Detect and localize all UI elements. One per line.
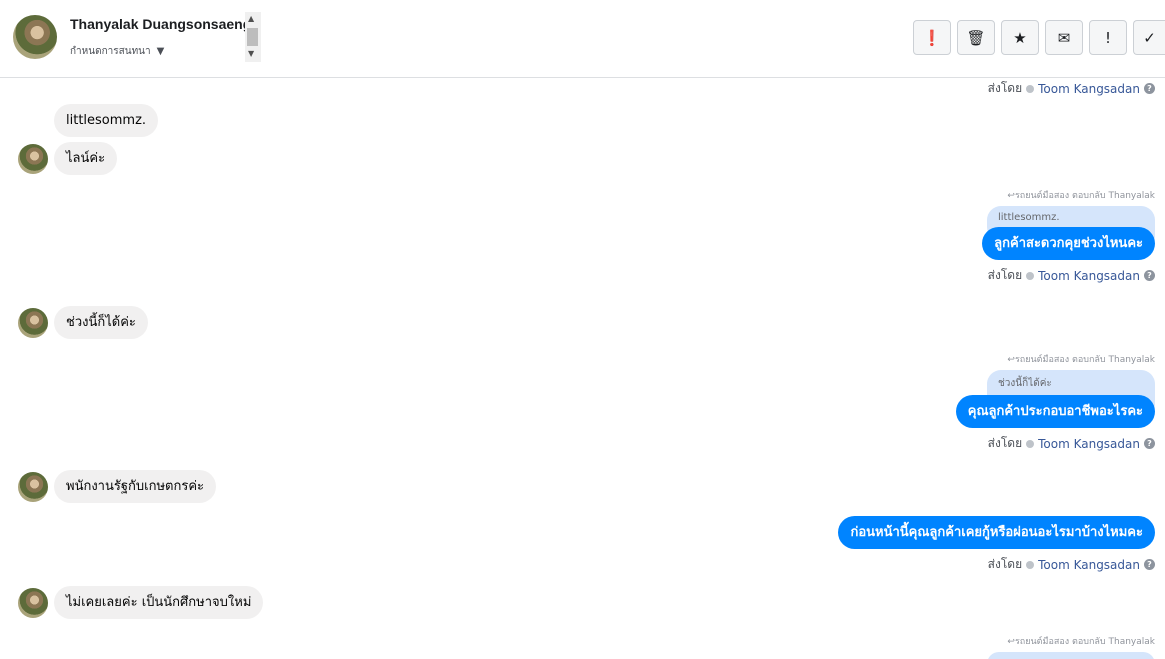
agent-name[interactable]: Toom Kangsadan [1038,269,1140,283]
mail-icon: ✉ [1057,28,1071,47]
incoming-bubble[interactable]: พนักงานรัฐกับเกษตกรค่ะ [54,470,216,503]
help-icon[interactable]: ? [1144,559,1155,570]
trash-icon: 🗑 [966,28,986,47]
sent-by-line: ส่งโดย Toom Kangsadan ? [988,266,1155,285]
outgoing-message: ↩รถยนต์มือสอง ตอบกลับ Thanyalak ช่วงนี้ก… [955,352,1155,453]
outgoing-message: ↩รถยนต์มือสอง ตอบกลับ Thanyalak littleso… [982,188,1155,285]
conversation-header: Thanyalak Duangsonsaeng กำหนดการสนทนา ▼ … [0,0,1165,78]
outgoing-bubble[interactable]: คุณลูกค้าประกอบอาชีพอะไรคะ [955,395,1155,428]
agent-name[interactable]: Toom Kangsadan [1038,82,1140,96]
quoted-message[interactable] [987,652,1155,659]
star-button[interactable]: ★ [1001,20,1039,55]
sender-avatar[interactable] [18,143,48,174]
header-scrollbar[interactable]: ▲ ▼ [245,12,261,62]
reply-note: ↩รถยนต์มือสอง ตอบกลับ Thanyalak [1007,191,1155,201]
incoming-bubble[interactable]: ไลน์ค่ะ [54,142,118,175]
sender-avatar[interactable] [18,307,48,338]
outgoing-message: ↩รถยนต์มือสอง ตอบกลับ Thanyalak [987,634,1155,659]
incoming-message: ไม่เคยเลยค่ะ เป็นนักศึกษาจบใหม่ [18,586,264,619]
outgoing-bubble[interactable]: ลูกค้าสะดวกคุยช่วงไหนคะ [982,227,1155,260]
agent-name[interactable]: Toom Kangsadan [1038,558,1140,572]
incoming-message: littlesommz. [18,104,159,137]
reply-note-text: รถยนต์มือสอง ตอบกลับ Thanyalak [1014,191,1155,201]
outgoing-bubble[interactable]: ก่อนหน้านี้คุณลูกค้าเคยกู้หรือผ่อนอะไรมา… [838,516,1155,549]
incoming-message: ช่วงนี้ก็ได้ค่ะ [18,306,148,339]
sent-by-label: ส่งโดย [987,81,1023,95]
delete-button[interactable]: 🗑 [957,20,995,55]
sender-avatar[interactable] [18,587,48,618]
sent-by-label: ส่งโดย [987,436,1023,450]
incoming-bubble[interactable]: ช่วงนี้ก็ได้ค่ะ [54,306,148,339]
sent-by-label: ส่งโดย [987,268,1023,282]
verified-icon [1026,560,1035,569]
scroll-up-icon[interactable]: ▲ [248,15,254,23]
sender-avatar[interactable] [18,471,48,502]
help-icon[interactable]: ? [1144,438,1155,449]
agent-name[interactable]: Toom Kangsadan [1038,437,1140,451]
conversation-schedule-dropdown[interactable]: กำหนดการสนทนา ▼ [70,44,164,59]
verified-icon [1026,439,1035,448]
sent-by-line: ส่งโดย Toom Kangsadan ? [988,555,1155,574]
reply-note-text: รถยนต์มือสอง ตอบกลับ Thanyalak [1014,355,1155,365]
help-icon[interactable]: ? [1144,83,1155,94]
conversation-schedule-label: กำหนดการสนทนา [70,46,151,57]
reply-note: ↩รถยนต์มือสอง ตอบกลับ Thanyalak [1007,637,1155,647]
reply-note-text: รถยนต์มือสอง ตอบกลับ Thanyalak [1014,637,1155,647]
contact-name[interactable]: Thanyalak Duangsonsaeng [70,16,251,32]
reply-note: ↩รถยนต์มือสอง ตอบกลับ Thanyalak [1007,355,1155,365]
caret-down-icon: ▼ [156,46,165,57]
incoming-bubble[interactable]: littlesommz. [54,104,159,137]
outgoing-meta-top: ส่งโดย Toom Kangsadan ? [988,79,1155,98]
verified-icon [1026,271,1035,280]
report-button[interactable]: ❗ [913,20,951,55]
report-icon: ❗ [922,28,942,47]
exclamation-icon: ! [1104,28,1111,47]
contact-avatar[interactable] [13,15,57,59]
scroll-down-icon[interactable]: ▼ [248,50,254,58]
follow-up-button[interactable]: ! [1089,20,1127,55]
scrollbar-thumb[interactable] [247,28,258,46]
mark-unread-button[interactable]: ✉ [1045,20,1083,55]
verified-icon [1026,84,1035,93]
sent-by-line: ส่งโดย Toom Kangsadan ? [988,434,1155,453]
sent-by-line: ส่งโดย Toom Kangsadan ? [988,79,1155,98]
message-thread[interactable]: ส่งโดย Toom Kangsadan ? littlesommz. ไลน… [0,79,1165,659]
mark-done-button[interactable]: ✓ [1133,20,1165,55]
conversation-toolbar: ❗ 🗑 ★ ✉ ! ✓ [913,20,1165,55]
star-icon: ★ [1013,28,1027,47]
incoming-message: ไลน์ค่ะ [18,142,118,175]
checkmark-icon: ✓ [1143,28,1156,47]
help-icon[interactable]: ? [1144,270,1155,281]
sent-by-label: ส่งโดย [987,557,1023,571]
incoming-message: พนักงานรัฐกับเกษตกรค่ะ [18,470,216,503]
outgoing-message: ก่อนหน้านี้คุณลูกค้าเคยกู้หรือผ่อนอะไรมา… [838,516,1155,574]
incoming-bubble[interactable]: ไม่เคยเลยค่ะ เป็นนักศึกษาจบใหม่ [54,586,264,619]
